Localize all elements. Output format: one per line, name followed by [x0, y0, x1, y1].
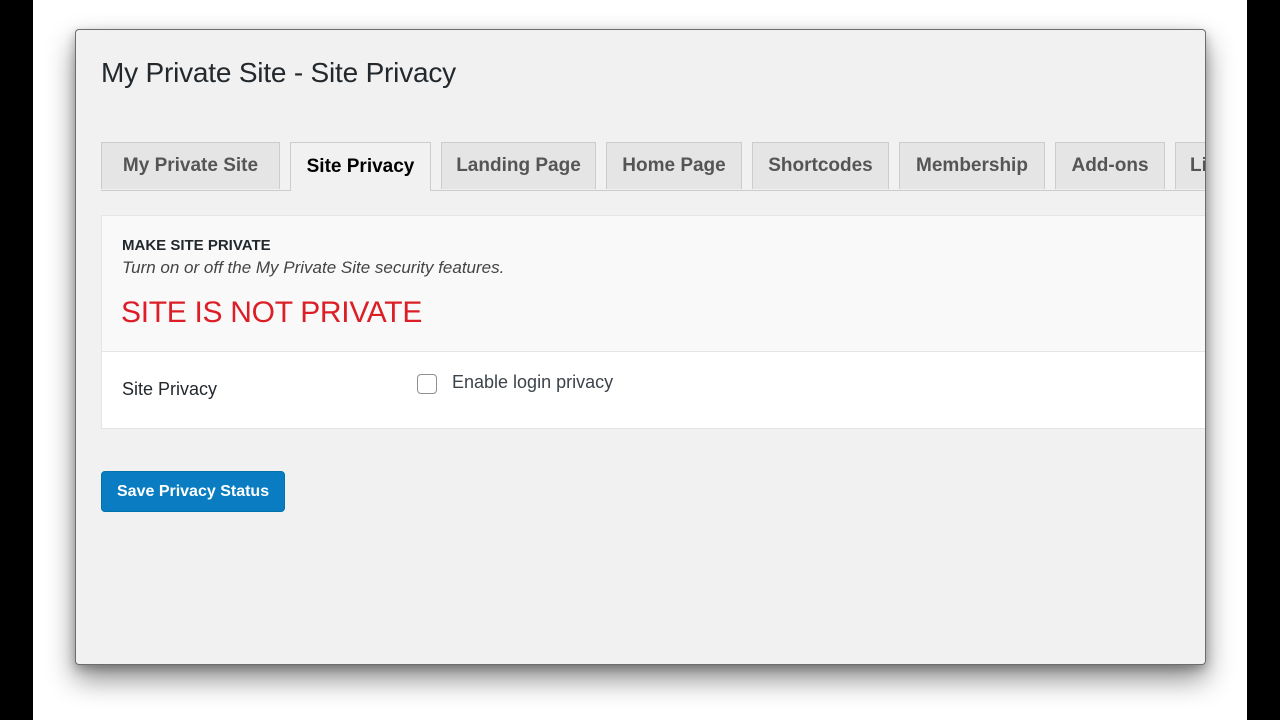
- save-privacy-status-button[interactable]: Save Privacy Status: [101, 471, 286, 512]
- privacy-settings-card: MAKE SITE PRIVATE Turn on or off the My …: [101, 215, 1205, 429]
- privacy-status-text: SITE IS NOT PRIVATE: [121, 296, 423, 329]
- tab-licenses-truncated[interactable]: Li: [1175, 142, 1205, 189]
- tab-shortcodes[interactable]: Shortcodes: [752, 142, 889, 189]
- enable-login-privacy-checkbox[interactable]: [417, 374, 437, 394]
- tab-home-page[interactable]: Home Page: [606, 142, 742, 189]
- tab-my-private-site[interactable]: My Private Site: [101, 142, 280, 189]
- section-header: MAKE SITE PRIVATE Turn on or off the My …: [102, 216, 1205, 352]
- section-description: Turn on or off the My Private Site secur…: [122, 258, 505, 277]
- page-title: My Private Site - Site Privacy: [101, 57, 456, 88]
- enable-login-privacy-label[interactable]: Enable login privacy: [452, 372, 613, 393]
- section-heading: MAKE SITE PRIVATE: [122, 237, 271, 254]
- tab-add-ons[interactable]: Add-ons: [1055, 142, 1165, 189]
- site-privacy-label: Site Privacy: [122, 379, 218, 399]
- tab-landing-page[interactable]: Landing Page: [441, 142, 596, 189]
- tab-membership[interactable]: Membership: [899, 142, 1045, 189]
- tab-bar: My Private Site Site Privacy Landing Pag…: [101, 142, 1205, 191]
- tab-site-privacy[interactable]: Site Privacy: [290, 142, 431, 191]
- screen-background: My Private Site - Site Privacy My Privat…: [33, 0, 1247, 720]
- settings-window: My Private Site - Site Privacy My Privat…: [75, 29, 1206, 665]
